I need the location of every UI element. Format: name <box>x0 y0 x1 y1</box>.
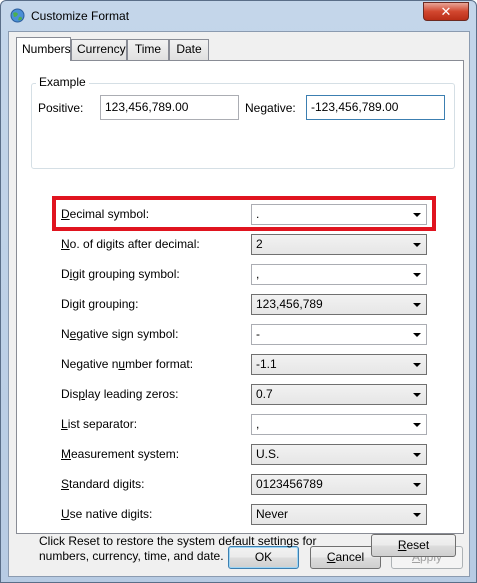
digits-after-decimal-label: No. of digits after decimal: <box>61 237 200 251</box>
title-bar[interactable]: Customize Format ✕ <box>1 1 476 31</box>
digits-after-decimal-dropdown[interactable]: 2 <box>251 234 427 255</box>
use-native-digits-label: Use native digits: <box>61 507 152 521</box>
measurement-system-value: U.S. <box>256 447 280 461</box>
digit-grouping-value: 123,456,789 <box>256 297 323 311</box>
list-separator-label-post: ist separator: <box>67 417 138 431</box>
decimal-symbol-label-post: ecimal symbol: <box>69 207 150 221</box>
negative-sign-symbol-dropdown[interactable]: - <box>251 324 427 345</box>
standard-digits-label-u: S <box>61 477 70 491</box>
use-native-digits-label-post: se native digits: <box>69 507 153 521</box>
digits-after-decimal-label-post: o. of digits after decimal: <box>69 237 200 251</box>
tab-currency[interactable]: Currency <box>71 39 127 60</box>
digit-grouping-label-pre: Di <box>61 297 73 311</box>
tab-time[interactable]: Time <box>127 39 169 60</box>
tab-numbers[interactable]: Numbers <box>16 37 71 61</box>
use-native-digits-label-u: U <box>61 507 70 521</box>
example-group-label: Example <box>36 75 89 89</box>
chevron-down-icon <box>413 453 421 457</box>
negative-sign-symbol-label-post: gative sign symbol: <box>76 327 179 341</box>
reset-button[interactable]: Reset <box>371 534 456 557</box>
standard-digits-dropdown[interactable]: 0123456789 <box>251 474 427 495</box>
digit-grouping-symbol-dropdown[interactable]: , <box>251 264 427 285</box>
positive-example-field[interactable]: 123,456,789.00 <box>100 95 239 120</box>
chevron-down-icon <box>413 243 421 247</box>
chevron-down-icon <box>413 423 421 427</box>
digit-grouping-label-post: it grouping: <box>79 297 139 311</box>
negative-sign-symbol-value: - <box>256 327 260 341</box>
decimal-symbol-value: . <box>256 207 260 221</box>
chevron-down-icon <box>413 363 421 367</box>
negative-number-format-dropdown[interactable]: -1.1 <box>251 354 427 375</box>
digit-grouping-dropdown[interactable]: 123,456,789 <box>251 294 427 315</box>
reset-info-text: Click Reset to restore the system defaul… <box>39 534 317 563</box>
display-leading-zeros-dropdown[interactable]: 0.7 <box>251 384 427 405</box>
close-button[interactable]: ✕ <box>423 2 469 21</box>
use-native-digits-value: Never <box>256 507 289 521</box>
chevron-down-icon <box>413 273 421 277</box>
digit-grouping-symbol-label-post: git grouping symbol: <box>72 267 180 281</box>
decimal-symbol-label: Decimal symbol: <box>61 207 149 221</box>
customize-format-window: Customize Format ✕ Numbers Currency Time… <box>0 0 477 583</box>
negative-number-format-label-post: mber format: <box>125 357 194 371</box>
negative-sign-symbol-label: Negative sign symbol: <box>61 327 178 341</box>
tab-label: Currency <box>77 42 126 56</box>
negative-example-field[interactable]: -123,456,789.00 <box>306 95 445 120</box>
positive-example-value: 123,456,789.00 <box>105 100 189 114</box>
chevron-down-icon <box>413 213 421 217</box>
negative-example-value: -123,456,789.00 <box>311 100 399 114</box>
decimal-symbol-label-u: D <box>61 207 70 221</box>
measurement-system-label-u: M <box>61 447 71 461</box>
reset-button-post: eset <box>406 538 430 552</box>
digit-grouping-label: Digit grouping: <box>61 297 138 311</box>
list-separator-dropdown[interactable]: , <box>251 414 427 435</box>
chevron-down-icon <box>413 483 421 487</box>
digit-grouping-symbol-value: , <box>256 267 260 281</box>
use-native-digits-dropdown[interactable]: Never <box>251 504 427 525</box>
display-leading-zeros-label: Display leading zeros: <box>61 387 178 401</box>
numbers-tab-panel: Example Positive: 123,456,789.00 Negativ… <box>16 60 464 563</box>
chevron-down-icon <box>413 303 421 307</box>
chevron-down-icon <box>413 513 421 517</box>
tab-date[interactable]: Date <box>169 39 209 60</box>
decimal-symbol-dropdown[interactable]: . <box>251 204 427 225</box>
display-leading-zeros-label-post: lay leading zeros: <box>85 387 179 401</box>
window-title: Customize Format <box>31 9 130 23</box>
cancel-button-post: ancel <box>335 550 365 564</box>
digits-after-decimal-label-u: N <box>61 237 70 251</box>
negative-sign-symbol-label-pre: N <box>61 327 70 341</box>
dialog-client-area: Numbers Currency Time Date Example Posit… <box>8 31 470 577</box>
display-leading-zeros-label-pre: Dis <box>61 387 79 401</box>
digit-grouping-symbol-label: Digit grouping symbol: <box>61 267 180 281</box>
tab-label: Numbers <box>22 42 71 56</box>
tab-label: Time <box>134 42 162 56</box>
measurement-system-label-post: easurement system: <box>71 447 180 461</box>
globe-icon <box>10 8 25 23</box>
negative-number-format-label-pre: Negative n <box>61 357 119 371</box>
standard-digits-value: 0123456789 <box>256 477 323 491</box>
standard-digits-label-post: tandard digits: <box>69 477 145 491</box>
negative-number-format-label: Negative number format: <box>61 357 193 371</box>
chevron-down-icon <box>413 333 421 337</box>
positive-label: Positive: <box>38 101 84 115</box>
measurement-system-label: Measurement system: <box>61 447 179 461</box>
standard-digits-label: Standard digits: <box>61 477 144 491</box>
negative-label: Negative: <box>245 101 296 115</box>
list-separator-value: , <box>256 417 260 431</box>
chevron-down-icon <box>413 393 421 397</box>
list-separator-label-u: L <box>61 417 68 431</box>
list-separator-label: List separator: <box>61 417 137 431</box>
display-leading-zeros-value: 0.7 <box>256 387 273 401</box>
digit-grouping-symbol-label-pre: D <box>61 267 70 281</box>
measurement-system-dropdown[interactable]: U.S. <box>251 444 427 465</box>
tab-label: Date <box>176 42 202 56</box>
digits-after-decimal-value: 2 <box>256 237 263 251</box>
negative-number-format-value: -1.1 <box>256 357 277 371</box>
